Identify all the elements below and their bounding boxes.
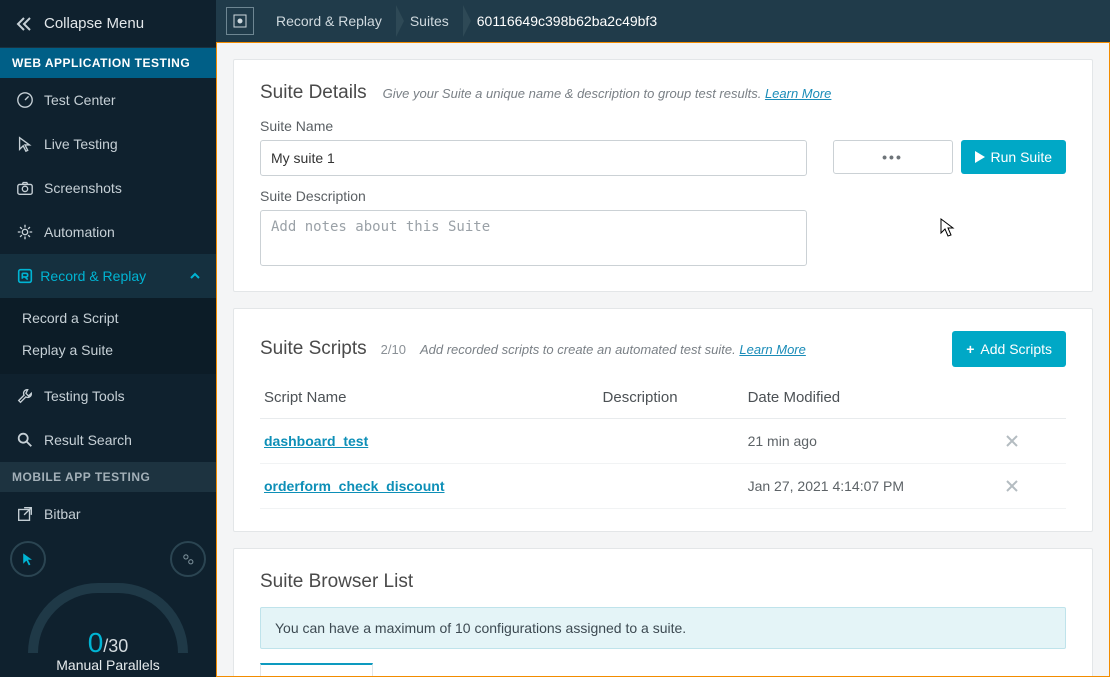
nav-label: Automation [44,224,115,240]
external-link-icon [16,505,44,523]
pointer-icon [16,135,44,153]
gauge-icon [16,91,44,109]
play-icon [975,151,985,163]
gauge-used: 0 [88,627,104,658]
chevron-double-left-icon [16,16,32,32]
topbar: Record & Replay Suites 60116649c398b62ba… [216,0,1110,42]
search-icon [16,431,44,449]
script-date: 21 min ago [744,419,1002,464]
col-script-name: Script Name [260,381,599,419]
breadcrumb-suites[interactable]: Suites [396,0,463,42]
breadcrumb-current: 60116649c398b62ba2c49bf3 [463,0,671,42]
nav-label: Test Center [44,92,116,108]
col-description: Description [599,381,744,419]
table-row: orderform_check_discount Jan 27, 2021 4:… [260,464,1066,509]
suite-scripts-card: Suite Scripts 2/10 Add recorded scripts … [233,308,1093,532]
nav-test-center[interactable]: Test Center [0,78,216,122]
subnav-record-script[interactable]: Record a Script [0,302,216,334]
nav-screenshots[interactable]: Screenshots [0,166,216,210]
suite-details-title: Suite Details [260,82,367,104]
nav-label: Testing Tools [44,388,125,404]
nav-record-replay[interactable]: Record & Replay [0,254,216,298]
nav-label: Live Testing [44,136,118,152]
col-date-modified: Date Modified [744,381,1002,419]
gear-icon [16,223,44,241]
scripts-table: Script Name Description Date Modified da… [260,381,1066,509]
subnav-replay-suite[interactable]: Replay a Suite [0,334,216,366]
content-frame: Suite Details Give your Suite a unique n… [216,42,1110,677]
settings-circle-button[interactable] [170,541,206,577]
suite-desc-textarea[interactable] [260,210,807,266]
nav-label: Record & Replay [40,268,146,284]
suite-name-input[interactable] [260,140,807,176]
browser-tabs: Desktop [260,663,1066,677]
parallels-gauge: 0/30 Manual Parallels [10,583,206,677]
scripts-count: 2/10 [381,342,406,357]
collapse-menu-button[interactable]: Collapse Menu [0,0,216,48]
script-desc [599,419,744,464]
nav-result-search[interactable]: Result Search [0,418,216,462]
sidebar: Collapse Menu WEB APPLICATION TESTING Te… [0,0,216,677]
section-header-mobile: MOBILE APP TESTING [0,462,216,492]
camera-icon [16,179,44,197]
nav-bitbar[interactable]: Bitbar [0,492,216,536]
suite-desc-label: Suite Description [260,188,807,204]
more-actions-button[interactable]: ••• [833,140,953,174]
tab-desktop[interactable]: Desktop [260,663,373,677]
collapse-menu-label: Collapse Menu [44,15,144,32]
table-row: dashboard_test 21 min ago [260,419,1066,464]
breadcrumb-record-replay[interactable]: Record & Replay [262,0,396,42]
scripts-learn-more-link[interactable]: Learn More [739,342,805,357]
record-icon [16,267,40,285]
chevron-up-icon [190,271,200,281]
wrench-icon [16,387,44,405]
browser-info-banner: You can have a maximum of 10 configurati… [260,607,1066,649]
suite-scripts-title: Suite Scripts [260,338,367,360]
gauge-total: /30 [103,636,128,656]
learn-more-link[interactable]: Learn More [765,86,831,101]
script-link[interactable]: orderform_check_discount [264,478,445,494]
script-date: Jan 27, 2021 4:14:07 PM [744,464,1002,509]
run-suite-button[interactable]: Run Suite [961,140,1066,174]
nav-automation[interactable]: Automation [0,210,216,254]
plus-icon: + [966,341,974,357]
suite-name-label: Suite Name [260,118,807,134]
nav-label: Result Search [44,432,132,448]
pointer-circle-button[interactable] [10,541,46,577]
suite-scripts-subtitle: Add recorded scripts to create an automa… [420,342,806,357]
script-link[interactable]: dashboard_test [264,433,368,449]
delete-script-button[interactable] [1002,419,1067,464]
select-target-button[interactable] [226,7,254,35]
add-scripts-button[interactable]: + Add Scripts [952,331,1066,367]
script-desc [599,464,744,509]
nav-testing-tools[interactable]: Testing Tools [0,374,216,418]
browser-list-title: Suite Browser List [260,571,413,592]
delete-script-button[interactable] [1002,464,1067,509]
nav-label: Bitbar [44,506,81,522]
suite-details-card: Suite Details Give your Suite a unique n… [233,59,1093,292]
section-header-web: WEB APPLICATION TESTING [0,48,216,78]
suite-details-subtitle: Give your Suite a unique name & descript… [383,86,832,101]
gauge-label: Manual Parallels [56,657,160,673]
nav-record-replay-submenu: Record a Script Replay a Suite [0,298,216,374]
nav-label: Screenshots [44,180,122,196]
suite-browser-list-card: Suite Browser List You can have a maximu… [233,548,1093,677]
sidebar-footer: 0/30 Manual Parallels [0,533,216,677]
nav-live-testing[interactable]: Live Testing [0,122,216,166]
